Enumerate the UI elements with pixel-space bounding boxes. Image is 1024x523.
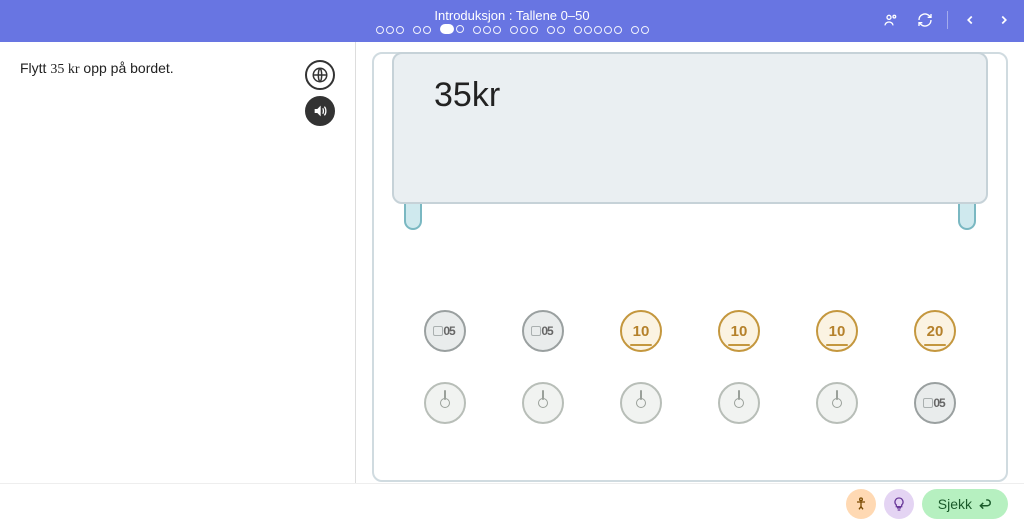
footer-bar: Sjekk [0,483,1024,523]
prev-button[interactable] [958,8,982,32]
left-utility-buttons [305,60,335,126]
progress-dot[interactable] [423,26,431,34]
coin-5[interactable]: 05 [522,310,564,352]
workspace-panel: 35kr 05 05 10 10 10 20 05 [356,42,1024,483]
progress-dot[interactable] [483,26,491,34]
separator [947,11,948,29]
coin-row-2: 05 [424,382,956,424]
progress-dot[interactable] [456,25,464,33]
coin-label: 20 [927,323,944,340]
progress-dot[interactable] [510,26,518,34]
coin-1[interactable] [718,382,760,424]
coin-label: 10 [731,323,748,340]
check-button[interactable]: Sjekk [922,489,1008,519]
coin-1[interactable] [522,382,564,424]
progress-dot[interactable] [440,24,454,34]
coin-1[interactable] [424,382,466,424]
coin-label: 05 [933,396,944,410]
accessibility-button[interactable] [846,489,876,519]
coin-10[interactable]: 10 [718,310,760,352]
progress-dot[interactable] [413,26,421,34]
progress-dot[interactable] [547,26,555,34]
coin-10[interactable]: 10 [816,310,858,352]
progress-dot[interactable] [594,26,602,34]
progress-dot[interactable] [614,26,622,34]
instruction-prefix: Flytt [20,60,50,76]
progress-dot[interactable] [473,26,481,34]
main-area: Flytt 35 kr opp på bordet. 35kr 05 05 10 10… [0,42,1024,483]
instruction-panel: Flytt 35 kr opp på bordet. [0,42,356,483]
instruction-amount: 35 kr [50,62,79,77]
progress-dot[interactable] [386,26,394,34]
progress-dot[interactable] [557,26,565,34]
coin-label: 10 [829,323,846,340]
coin-5[interactable]: 05 [424,310,466,352]
workspace[interactable]: 35kr 05 05 10 10 10 20 05 [372,52,1008,482]
table-leg-left [404,204,422,230]
progress-dot[interactable] [396,26,404,34]
refresh-icon[interactable] [913,8,937,32]
instruction-suffix: opp på bordet. [80,60,174,76]
progress-dot[interactable] [574,26,582,34]
progress-dot[interactable] [641,26,649,34]
next-button[interactable] [992,8,1016,32]
progress-dot[interactable] [631,26,639,34]
coin-row-1: 05 05 10 10 10 20 [424,310,956,352]
audio-button[interactable] [305,96,335,126]
coin-label: 05 [443,324,454,338]
coin-area: 05 05 10 10 10 20 05 [374,254,1006,480]
progress-dot[interactable] [493,26,501,34]
coin-10[interactable]: 10 [620,310,662,352]
progress-dot[interactable] [520,26,528,34]
coin-label: 05 [541,324,552,338]
coin-1[interactable] [620,382,662,424]
progress-dot[interactable] [530,26,538,34]
progress-dot[interactable] [604,26,612,34]
lesson-title: Introduksjon : Tallene 0–50 [434,8,589,23]
hint-button[interactable] [884,489,914,519]
language-button[interactable] [305,60,335,90]
coin-1[interactable] [816,382,858,424]
progress-dots [373,25,652,35]
coin-label: 10 [633,323,650,340]
check-label: Sjekk [938,496,972,512]
target-amount: 35kr [434,76,946,115]
progress-dot[interactable] [584,26,592,34]
header-controls [879,8,1016,32]
header-bar: Introduksjon : Tallene 0–50 [0,0,1024,42]
progress-dot[interactable] [376,26,384,34]
coin-20[interactable]: 20 [914,310,956,352]
table-leg-right [958,204,976,230]
users-icon[interactable] [879,8,903,32]
coin-5[interactable]: 05 [914,382,956,424]
table-surface[interactable]: 35kr [392,52,988,204]
instruction-text: Flytt 35 kr opp på bordet. [20,60,174,78]
